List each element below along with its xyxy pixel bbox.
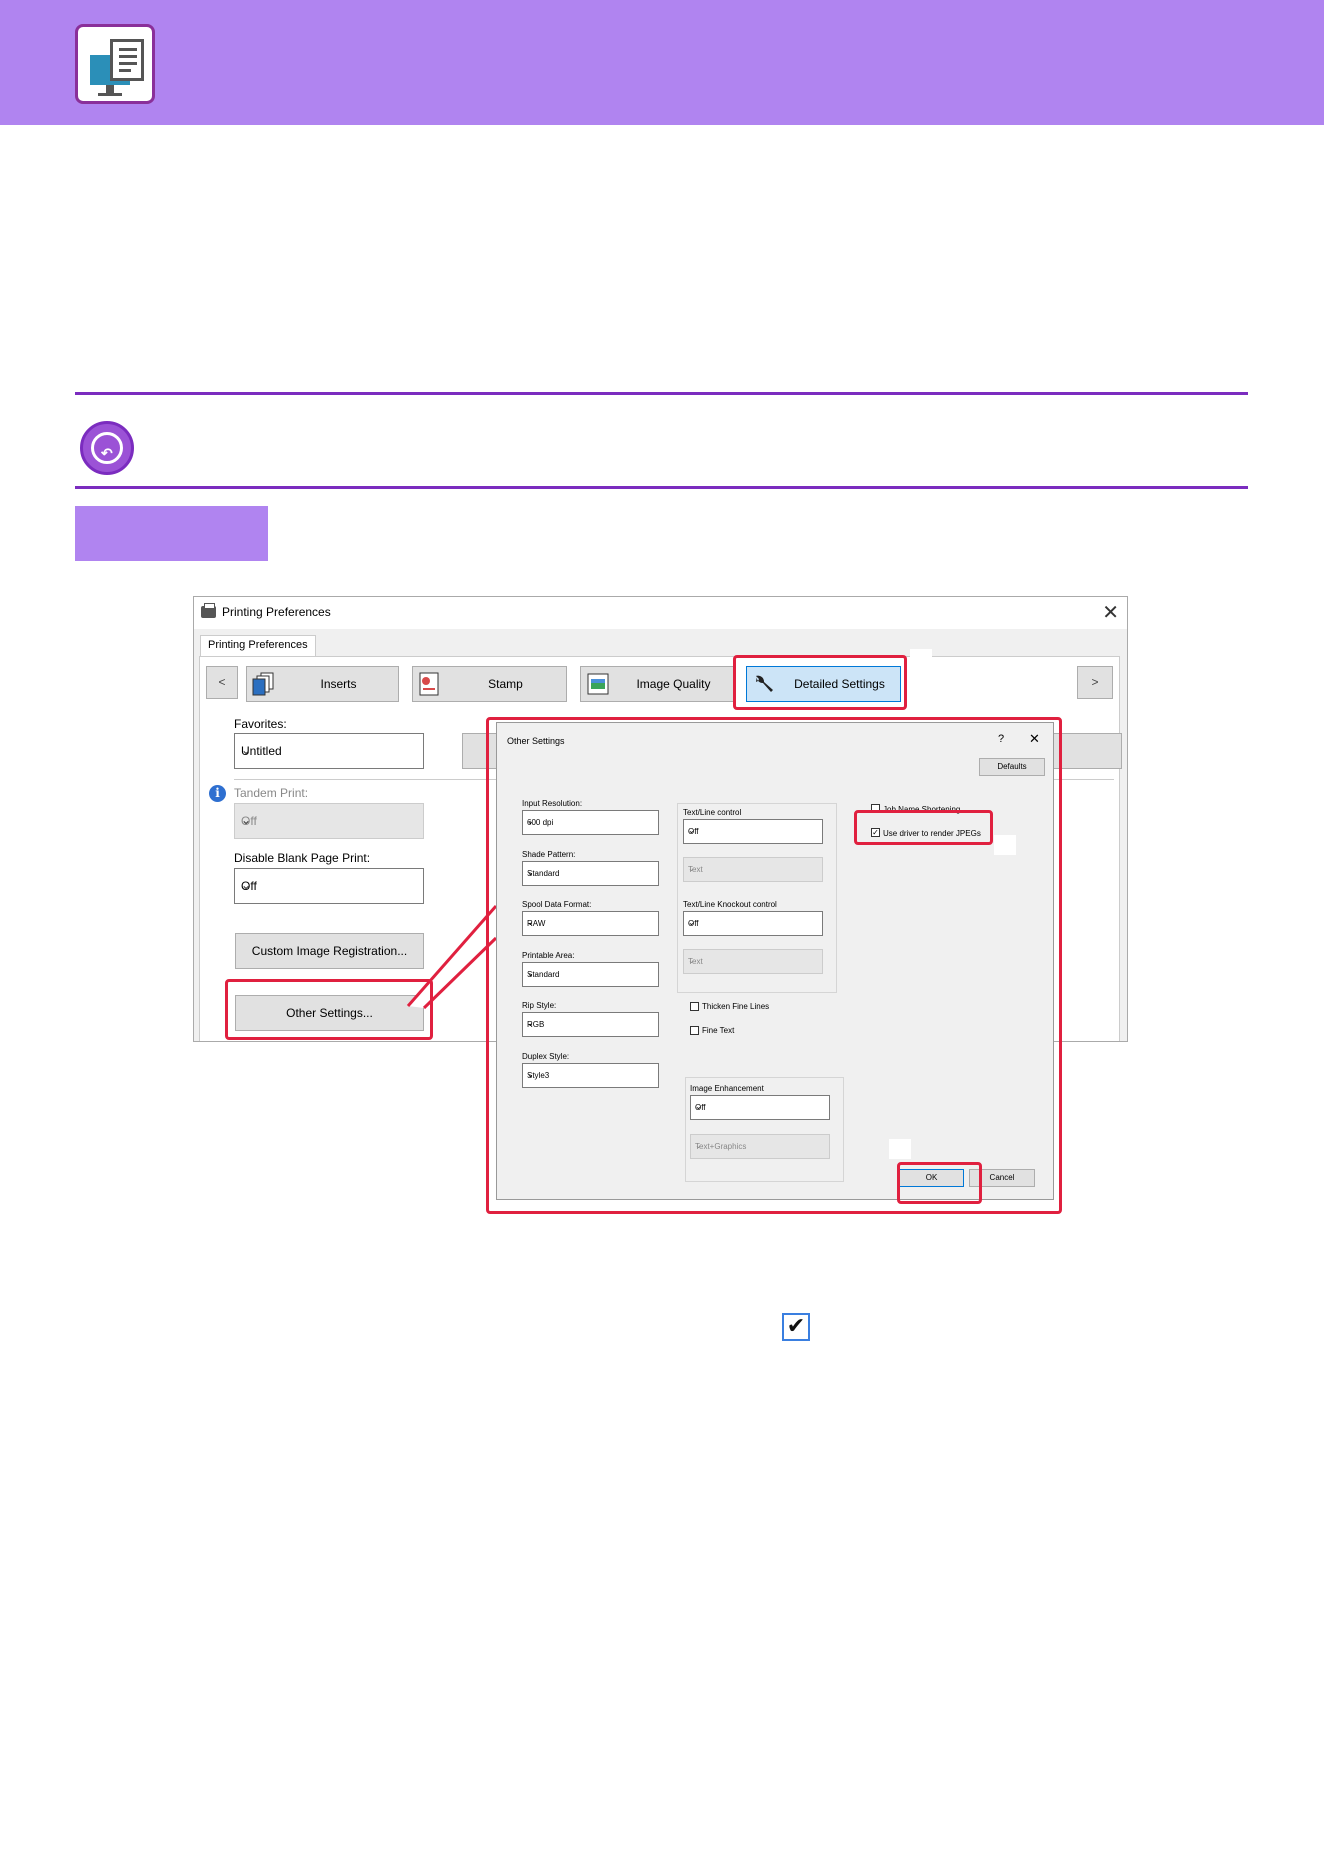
back-reference-icon: ↶ [80, 421, 134, 475]
disable-blank-page-label: Disable Blank Page Print: [234, 851, 371, 865]
highlight-other-settings [225, 979, 433, 1040]
step-marker [889, 1139, 911, 1159]
header-band [0, 0, 1324, 125]
category-image-quality-button[interactable]: Image Quality [580, 666, 735, 702]
stamp-icon [419, 672, 439, 696]
favorites-select[interactable]: Untitled ⌄ [234, 733, 424, 769]
chevron-down-icon: ⌄ [241, 813, 252, 827]
highlight-detailed-settings [733, 655, 907, 710]
chevron-down-icon: ⌄ [241, 878, 252, 892]
printer-driver-icon [75, 24, 155, 104]
step-marker [910, 649, 932, 669]
printer-icon [201, 603, 216, 618]
highlight-ok [897, 1162, 982, 1204]
favorites-label: Favorites: [234, 717, 287, 731]
category-inserts-button[interactable]: Inserts [246, 666, 399, 702]
tandem-print-select[interactable]: Off ⌄ [234, 803, 424, 839]
tab-printing-preferences[interactable]: Printing Preferences [200, 635, 316, 657]
disable-blank-page-select[interactable]: Off ⌄ [234, 868, 424, 904]
nav-next-button[interactable]: > [1077, 666, 1113, 699]
section-rule-bottom [75, 486, 1248, 489]
category-stamp-button[interactable]: Stamp [412, 666, 567, 702]
highlight-dialog [486, 717, 1062, 1214]
info-icon: i [209, 785, 226, 802]
step-band [75, 506, 268, 561]
inserts-icon [252, 672, 274, 696]
nav-prev-button[interactable]: < [206, 666, 238, 699]
window-title: Printing Preferences [222, 605, 331, 619]
tandem-print-label: Tandem Print: [234, 786, 309, 800]
chevron-down-icon: ⌄ [241, 743, 252, 757]
step-marker [994, 835, 1016, 855]
close-icon[interactable]: ✕ [1102, 600, 1119, 625]
checkmark-icon: ✔ [782, 1313, 810, 1341]
section-rule-top [75, 392, 1248, 395]
window-titlebar: Printing Preferences ✕ [194, 597, 1127, 629]
highlight-render-jpegs [854, 810, 993, 845]
image-quality-icon [587, 673, 609, 695]
custom-image-registration-button[interactable]: Custom Image Registration... [235, 933, 424, 969]
